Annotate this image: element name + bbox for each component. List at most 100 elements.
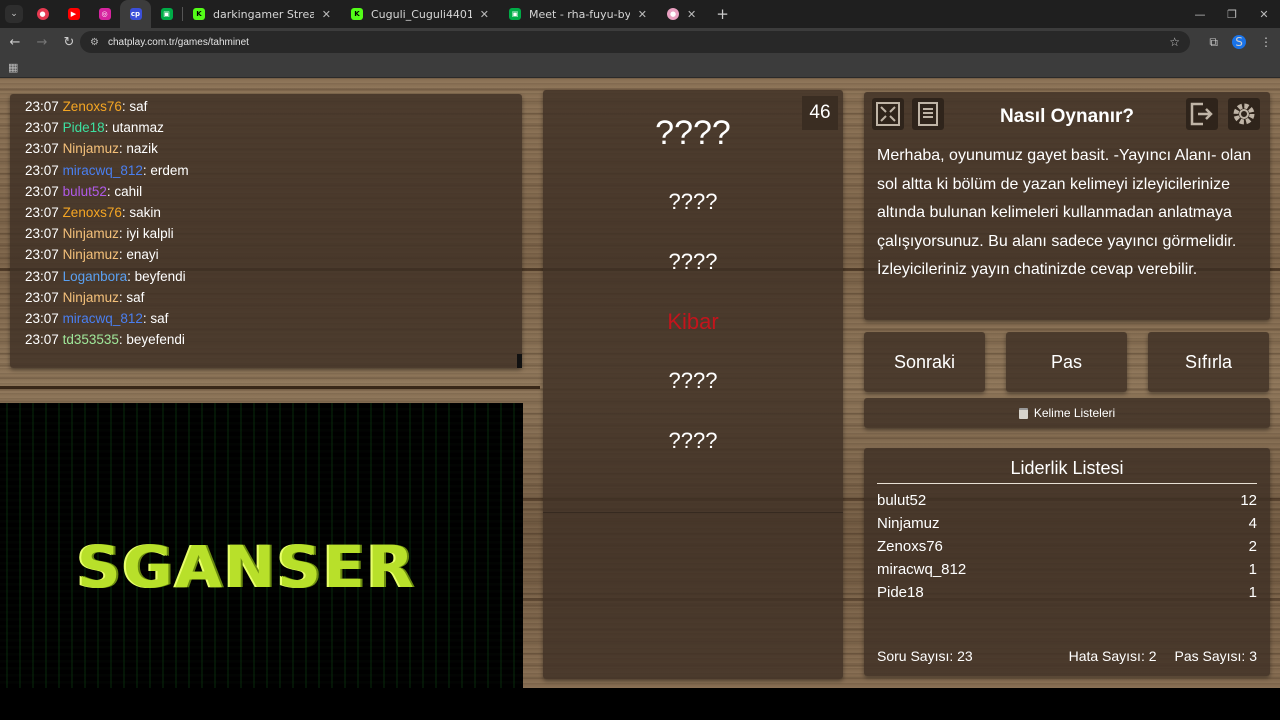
chat-username: Ninjamuz xyxy=(62,247,119,263)
chat-username: Loganbora xyxy=(62,268,128,284)
how-to-play-panel: Nasıl Oynanır? Merhaba, oyunumuz gayet b… xyxy=(864,92,1270,320)
chat-username: Ninjamuz xyxy=(62,289,119,305)
leaderboard-panel: Liderlik Listesi bulut52 12 Ninjamuz 4 Zen… xyxy=(864,448,1270,676)
divider xyxy=(543,512,843,513)
chat-message: 23:07 Ninjamuz: nazik xyxy=(25,141,158,157)
game-page: 23:07 Zenoxs76: saf 23:07 Pide18: utanma… xyxy=(0,78,1280,688)
close-icon[interactable]: ✕ xyxy=(480,8,489,21)
chat-message: 23:07 Zenoxs76: saf xyxy=(25,99,148,114)
minimize-icon[interactable]: — xyxy=(1184,8,1216,21)
taboo-word: ???? xyxy=(668,189,718,214)
google-meet-icon: ▣ xyxy=(160,8,173,20)
chat-message: 23:07 Ninjamuz: saf xyxy=(25,289,145,305)
tab-pinned-2[interactable]: ▶ xyxy=(58,0,89,28)
tab-pinned-1[interactable]: ● xyxy=(27,0,58,28)
word-lists-button[interactable]: Kelime Listeleri xyxy=(864,398,1270,428)
leaderboard-row: Zenoxs76 2 xyxy=(877,538,1257,555)
menu-icon[interactable]: ⋮ xyxy=(1260,35,1272,49)
leaderboard-title: Liderlik Listesi xyxy=(1010,458,1124,478)
page-bottom-area xyxy=(0,688,1280,720)
leaderboard-row: miracwq_812 1 xyxy=(877,561,1257,578)
question-count: Soru Sayısı: 23 xyxy=(877,648,973,664)
taboo-word: ???? xyxy=(668,428,718,453)
tab-kick-darkingamer[interactable]: K darkingamer Stream - Kick Dash ✕ xyxy=(183,0,341,28)
chat-message: 23:07 miracwq_812: saf xyxy=(25,311,169,327)
site-info-icon[interactable]: ⚙ xyxy=(90,37,99,48)
reset-button[interactable]: Sıfırla xyxy=(1148,332,1269,392)
close-icon[interactable]: ✕ xyxy=(638,8,647,21)
chat-username: miracwq_812 xyxy=(62,311,143,327)
kick-icon: K xyxy=(193,8,205,20)
chat-username: Pide18 xyxy=(62,120,105,136)
close-icon[interactable]: ✕ xyxy=(322,8,331,21)
leaderboard-row: Pide18 1 xyxy=(877,584,1257,601)
tab-search-button[interactable]: ⌄ xyxy=(5,5,23,23)
leaderboard-row: bulut52 12 xyxy=(877,492,1257,509)
tab-title: Meet - rha-fuyu-bys xyxy=(529,7,630,21)
recording-icon: ● xyxy=(667,8,679,20)
pass-count: Pas Sayısı: 3 xyxy=(1174,648,1257,664)
chat-username: Zenoxs76 xyxy=(62,99,122,114)
chat-message: 23:07 miracwq_812: erdem xyxy=(25,162,189,178)
address-bar[interactable]: ⚙ chatplay.com.tr/games/tahminet ☆ xyxy=(80,31,1190,53)
settings-gear-icon[interactable] xyxy=(1228,98,1260,130)
error-count: Hata Sayısı: 2 xyxy=(1068,648,1157,664)
chat-message: 23:07 Pide18: utanmaz xyxy=(25,120,164,136)
tab-recording[interactable]: ● ✕ xyxy=(657,0,706,28)
tab-meet[interactable]: ▣ Meet - rha-fuyu-bys ✕ xyxy=(499,0,657,28)
chatplay-icon: cp xyxy=(129,8,142,20)
word-panel: 46 ???? ???? ???? Kibar ???? ???? xyxy=(543,90,843,679)
bookmark-star-icon[interactable]: ☆ xyxy=(1169,35,1180,49)
reload-icon[interactable]: ↻ xyxy=(57,35,81,50)
game-stats: Soru Sayısı: 23 Hata Sayısı: 2 Pas Sayıs… xyxy=(877,648,1257,664)
target-word: ???? xyxy=(655,114,731,152)
chat-username: miracwq_812 xyxy=(62,162,143,178)
chat-username: Ninjamuz xyxy=(62,226,119,242)
stream-preview: SGANSER xyxy=(0,403,523,688)
profile-avatar[interactable]: S xyxy=(1232,35,1246,49)
toolbar-right: ⧉ S ⋮ xyxy=(1209,28,1272,56)
next-button[interactable]: Sonraki xyxy=(864,332,985,392)
streamer-logo: SGANSER xyxy=(76,533,416,601)
chat-message: 23:07 Zenoxs76: sakin xyxy=(25,205,161,221)
taboo-word: ???? xyxy=(668,249,718,274)
extensions-icon[interactable]: ⧉ xyxy=(1209,35,1218,50)
new-tab-icon[interactable]: + xyxy=(716,5,729,23)
tab-title: darkingamer Stream - Kick Dash xyxy=(213,7,314,21)
chat-username: Ninjamuz xyxy=(62,141,119,157)
tab-pinned-3[interactable]: ◎ xyxy=(89,0,120,28)
url-text: chatplay.com.tr/games/tahminet xyxy=(107,36,249,48)
browser-toolbar: ← → ↻ ⚙ chatplay.com.tr/games/tahminet ☆… xyxy=(0,28,1280,56)
pinned-red-circle-icon: ● xyxy=(36,8,49,20)
restore-icon[interactable]: ❐ xyxy=(1216,8,1248,21)
chat-username: bulut52 xyxy=(62,183,107,199)
kick-icon: K xyxy=(351,8,363,20)
how-to-play-text: Merhaba, oyunumuz gayet basit. -Yayıncı … xyxy=(877,147,1252,278)
apps-grid-icon[interactable]: ▦ xyxy=(8,61,18,74)
wood-crack xyxy=(0,386,540,389)
tab-pinned-5[interactable]: ▣ xyxy=(151,0,182,28)
chat-message: 23:07 td353535: beyefendi xyxy=(25,332,185,348)
chat-username: Zenoxs76 xyxy=(62,205,122,221)
logout-icon[interactable] xyxy=(1186,98,1218,130)
close-icon[interactable]: ✕ xyxy=(687,8,696,21)
tab-kick-cuguli[interactable]: K Cuguli_Cuguli4401 Stream - Wa ✕ xyxy=(341,0,499,28)
revealed-word: Kibar xyxy=(667,309,719,334)
chat-message: 23:07 Ninjamuz: enayi xyxy=(25,247,159,263)
tab-title: Cuguli_Cuguli4401 Stream - Wa xyxy=(371,7,472,21)
back-icon[interactable]: ← xyxy=(3,35,27,50)
pass-button[interactable]: Pas xyxy=(1006,332,1127,392)
chat-panel: 23:07 Zenoxs76: saf 23:07 Pide18: utanma… xyxy=(10,94,522,368)
forward-icon[interactable]: → xyxy=(30,35,54,50)
instagram-icon: ◎ xyxy=(98,8,111,20)
notepad-icon xyxy=(1018,407,1028,419)
google-meet-icon: ▣ xyxy=(509,8,521,20)
taboo-word: ???? xyxy=(668,368,718,393)
tab-chatplay[interactable]: cp xyxy=(120,0,151,28)
chat-message: 23:07 bulut52: cahil xyxy=(25,183,143,199)
close-window-icon[interactable]: ✕ xyxy=(1248,8,1280,21)
chat-scrollbar[interactable] xyxy=(517,354,522,368)
chat-message: 23:07 Ninjamuz: iyi kalpli xyxy=(25,226,174,242)
window-controls: — ❐ ✕ xyxy=(1184,0,1280,28)
leaderboard-row: Ninjamuz 4 xyxy=(877,515,1257,532)
